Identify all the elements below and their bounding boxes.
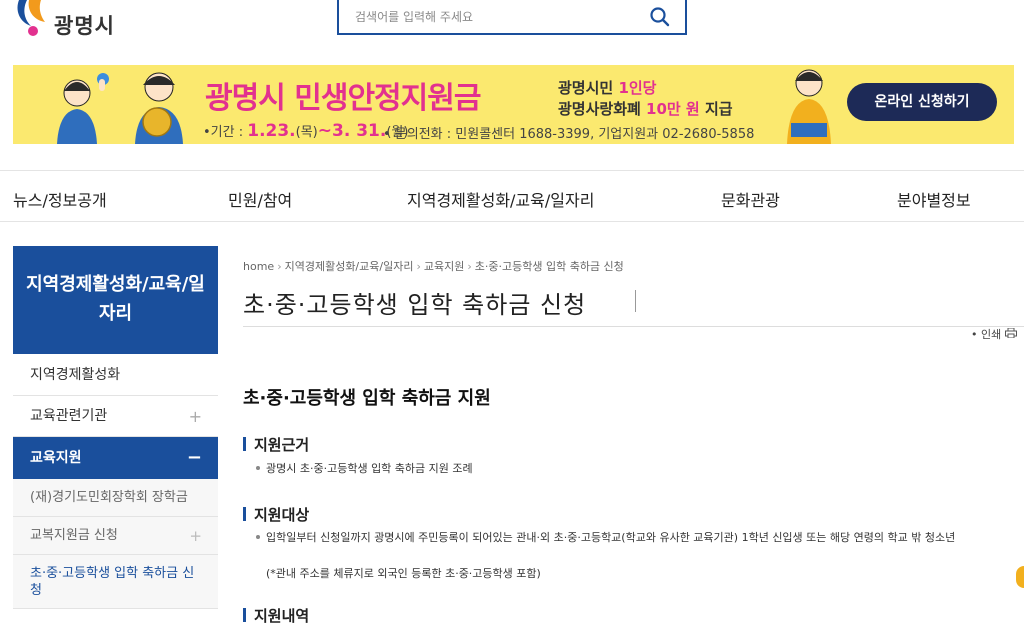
subsection-heading: 지원내역: [243, 605, 309, 626]
chevron-right-icon: ›: [277, 260, 282, 273]
chevron-right-icon: ›: [467, 260, 472, 273]
breadcrumb-item[interactable]: 교육지원: [424, 260, 464, 273]
nav-item-civil[interactable]: 민원/참여: [228, 187, 292, 211]
title-divider: [635, 290, 636, 312]
side-item-edu-support[interactable]: 교육지원 −: [13, 437, 218, 479]
banner-sub2-highlight: 10만 원: [646, 100, 700, 118]
chevron-right-icon: ›: [416, 260, 421, 273]
period-label: •기간 :: [203, 125, 248, 140]
list-item: 광명시 초·중·고등학생 입학 축하금 지원 조례: [256, 461, 1008, 477]
section-title: 초·중·고등학생 입학 축하금 지원: [243, 388, 491, 409]
banner-sub2-prefix: 광명사랑화폐: [558, 100, 647, 118]
period-start-day: (목): [295, 125, 318, 140]
list-item: 입학일부터 신청일까지 광명시에 주민등록이 되어있는 관내·외 초·중·고등학…: [256, 530, 1008, 546]
page-title: 초·중·고등학생 입학 축하금 신청: [243, 291, 587, 319]
side-item-label: 교육관련기관: [30, 408, 108, 424]
breadcrumb-item[interactable]: 지역경제활성화/교육/일자리: [285, 260, 414, 273]
side-sub-uniform[interactable]: 교복지원금 신청 +: [13, 517, 218, 555]
side-sub-label: (재)경기도민회장학회 장학금: [30, 490, 188, 505]
breadcrumb: home › 지역경제활성화/교육/일자리 › 교육지원 › 초·중·고등학생 입학 축하금…: [243, 258, 624, 274]
people-illustration-icon: [27, 67, 187, 144]
nav-item-news[interactable]: 뉴스/정보공개: [13, 187, 107, 211]
side-item-economy[interactable]: 지역경제활성화: [13, 354, 218, 396]
online-apply-button[interactable]: 온라인 신청하기: [847, 83, 997, 121]
period-start: 1.23.: [247, 121, 296, 141]
list-item-text: 광명시 초·중·고등학생 입학 축하금 지원 조례: [266, 462, 473, 475]
list-item-note: (*관내 주소를 체류지로 외국인 등록한 초·중·고등학생 포함): [266, 567, 541, 580]
heading-bar: [243, 608, 246, 622]
plus-icon: +: [188, 407, 202, 426]
printer-icon: [1004, 327, 1017, 341]
subsection-heading: 지원근거: [243, 434, 309, 455]
banner-period: •기간 : 1.23.(목)~3. 31.(월): [203, 121, 408, 141]
title-underline: [243, 326, 1024, 327]
side-item-edu-orgs[interactable]: 교육관련기관 +: [13, 396, 218, 437]
banner-sub2-suffix: 지급: [699, 100, 733, 118]
minus-icon: −: [186, 447, 202, 468]
side-sub-admission[interactable]: 초·중·고등학생 입학 축하금 신청: [13, 555, 218, 609]
side-sub-scholarship[interactable]: (재)경기도민회장학회 장학금: [13, 479, 218, 517]
side-item-label: 지역경제활성화: [30, 367, 121, 383]
search-input[interactable]: [353, 6, 637, 28]
floating-tab-button[interactable]: [1016, 566, 1024, 588]
period-sep: ~: [317, 121, 332, 141]
banner-subtitle-2: 광명사랑화폐 10만 원 지급: [558, 98, 733, 119]
bullet-icon: [256, 466, 260, 470]
nav-item-culture[interactable]: 문화관광: [721, 187, 780, 211]
plus-icon: +: [189, 527, 202, 545]
side-item-label: 교육지원: [30, 450, 82, 466]
heading-bar: [243, 437, 246, 451]
banner-sub1-prefix: 광명시민: [558, 79, 619, 97]
banner-subtitle-1: 광명시민 1인당: [558, 77, 656, 98]
nav-divider-top: [0, 170, 1024, 171]
city-logo-text[interactable]: 광명시: [54, 10, 115, 40]
side-sub-label: 교복지원금 신청: [30, 528, 118, 543]
promo-banner[interactable]: 광명시 민생안정지원금 광명시민 1인당 광명사랑화폐 10만 원 지급 •기간…: [13, 65, 1014, 144]
nav-item-fields[interactable]: 분야별정보: [897, 187, 971, 211]
subsection-heading-text: 지원내역: [254, 607, 310, 625]
subsection-heading: 지원대상: [243, 504, 309, 525]
banner-title: 광명시 민생안정지원금: [205, 81, 481, 116]
period-end: 3. 31.: [332, 121, 387, 141]
search-icon[interactable]: [649, 6, 671, 28]
banner-contact: • 문의전화 : 민원콜센터 1688-3399, 기업지원과 02-2680-…: [383, 127, 755, 142]
heading-bar: [243, 507, 246, 521]
bullet-icon: [256, 535, 260, 539]
nav-divider-bottom: [0, 221, 1024, 222]
print-label: • 인쇄: [971, 328, 1002, 341]
list-item-text: 입학일부터 신청일까지 광명시에 주민등록이 되어있는 관내·외 초·중·고등학…: [266, 531, 956, 544]
subsection-heading-text: 지원대상: [254, 506, 310, 524]
side-nav-heading: 지역경제활성화/교육/일자리: [13, 246, 218, 354]
breadcrumb-current: 초·중·고등학생 입학 축하금 신청: [474, 260, 624, 273]
subsection-heading-text: 지원근거: [254, 436, 310, 454]
banner-sub1-highlight: 1인당: [618, 79, 657, 97]
breadcrumb-home[interactable]: home: [243, 260, 274, 273]
search-box: [337, 0, 687, 35]
nav-item-economy[interactable]: 지역경제활성화/교육/일자리: [407, 187, 594, 211]
city-logo-icon[interactable]: [13, 0, 47, 38]
print-button[interactable]: • 인쇄: [971, 326, 1017, 342]
person-illustration-icon: [769, 65, 849, 144]
side-sub-label: 초·중·고등학생 입학 축하금 신청: [30, 566, 195, 598]
